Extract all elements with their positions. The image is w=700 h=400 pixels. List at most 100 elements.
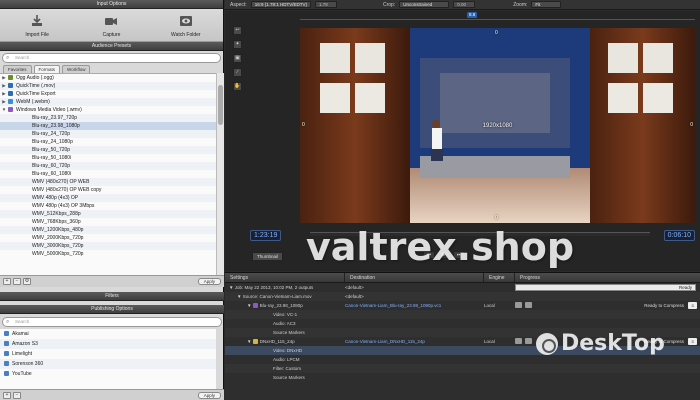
preset-label: WMV_2000Kbps_720p: [32, 235, 84, 241]
preset-label: Blu-ray_24_720p: [32, 131, 71, 137]
aspect-select[interactable]: 16:9 (1.78:1 HDTV/EDTV): [250, 1, 311, 8]
preset-row[interactable]: WMV_3000Kbps_720p: [0, 242, 216, 250]
preset-row[interactable]: Blu-ray_24_1080p: [0, 138, 216, 146]
target-destination[interactable]: Canon-Vietnam-Liam_DNxHD_115_24p: [345, 337, 425, 346]
job-destination: <default>: [345, 285, 364, 290]
job-row[interactable]: ▼ Job: May 22 2013, 10:02 PM, 2 outputs <…: [225, 283, 700, 292]
timecode-in[interactable]: 1:23:19: [250, 230, 282, 241]
zoom-select[interactable]: Fit: [531, 1, 562, 8]
watch-folder-button[interactable]: Watch Folder: [156, 14, 216, 38]
target-destination[interactable]: Canon-Vietnam-Liam_Blu-ray_23.98_1080p.v…: [345, 301, 441, 310]
publishing-row[interactable]: Akamai: [0, 329, 216, 339]
target-setting-row[interactable]: Source Markers: [225, 373, 700, 382]
publishing-search-input[interactable]: ⌕ Search: [2, 317, 222, 327]
presets-search-input[interactable]: ⌕ Search: [2, 53, 221, 63]
disclosure-closed-icon[interactable]: ▶: [0, 82, 8, 90]
presets-scrollbar[interactable]: [216, 73, 224, 275]
remove-publish-button[interactable]: −: [13, 391, 21, 399]
view-mode-select[interactable]: Thumbnail: [252, 252, 284, 261]
import-file-button[interactable]: Import File: [7, 14, 67, 38]
preset-row[interactable]: WMV_1200Kbps_480p: [0, 226, 216, 234]
disclosure-open-icon[interactable]: ▼: [0, 106, 8, 114]
crop-tool-icon[interactable]: ▣: [233, 54, 242, 63]
mini-timeline[interactable]: 8.8: [300, 12, 695, 21]
format-group-row[interactable]: ▶ QuickTime Export: [0, 90, 216, 98]
target-setting-row[interactable]: Audio: LPCM: [225, 355, 700, 364]
disclosure-closed-icon[interactable]: ▶: [0, 98, 8, 106]
capture-button[interactable]: Capture: [81, 14, 141, 38]
source-row[interactable]: ▼ Source: Canon-Vietnam-Liam.mov <default…: [225, 292, 700, 301]
preset-row[interactable]: WMV_768Kbps_360p: [0, 218, 216, 226]
preset-row[interactable]: Blu-ray_23.97_720p: [0, 114, 216, 122]
remove-preset-button[interactable]: −: [13, 278, 21, 285]
preset-row[interactable]: WMV 480p (4x3) OP: [0, 194, 216, 202]
format-group-label: Ogg Audio (.ogg): [16, 75, 54, 81]
preset-row[interactable]: Blu-ray_50_1080i: [0, 154, 216, 162]
preset-row[interactable]: WMV_5000Kbps_720p: [0, 250, 216, 258]
preset-row[interactable]: Blu-ray_60_720p: [0, 162, 216, 170]
crop-value-field[interactable]: 0.00: [453, 1, 476, 8]
target-setting-row[interactable]: Video: VC-1: [225, 310, 700, 319]
add-preset-button[interactable]: +: [3, 278, 11, 285]
crop-select[interactable]: Unconstrained: [399, 1, 450, 8]
playhead-marker[interactable]: 8.8: [467, 12, 478, 18]
preset-row[interactable]: WMV 480p (4x3) OP 3Mbps: [0, 202, 216, 210]
viewer-toolbar: Aspect: 16:9 (1.78:1 HDTV/EDTV) 1.78 Cro…: [225, 0, 700, 10]
aspect-ratio-field[interactable]: 1.78: [314, 1, 337, 8]
publishing-row[interactable]: YouTube: [0, 369, 216, 379]
format-group-row[interactable]: ▼ Windows Media Video (.wmv): [0, 106, 216, 114]
preset-row[interactable]: Blu-ray_60_1080i: [0, 170, 216, 178]
info-button[interactable]: [515, 338, 522, 344]
disclosure-closed-icon[interactable]: ▶: [0, 90, 8, 98]
format-group-row[interactable]: ▶ Ogg Audio (.ogg): [0, 74, 216, 82]
format-group-row[interactable]: ▶ WebM (.webm): [0, 98, 216, 106]
apply-publish-button[interactable]: Apply: [197, 391, 221, 399]
target-setting-row[interactable]: Audio: AC3: [225, 319, 700, 328]
select-tool-icon[interactable]: ✦: [233, 40, 242, 49]
preset-row[interactable]: WMV_2000Kbps_720p: [0, 234, 216, 242]
remove-button[interactable]: [525, 302, 532, 308]
target-setting-row[interactable]: Filter: Custom: [225, 364, 700, 373]
format-group-label: WebM (.webm): [16, 99, 50, 105]
publisher-label: Limelight: [12, 351, 33, 357]
preset-settings-button[interactable]: ⚙: [23, 278, 31, 285]
video-preview[interactable]: 1920x1080 0 0 0 0: [300, 28, 695, 223]
line-tool-icon[interactable]: ∕: [233, 68, 242, 77]
publishing-row[interactable]: Amazon S3: [0, 339, 216, 349]
format-icon: [8, 107, 13, 113]
brand-logo-icon: [536, 332, 558, 355]
publisher-icon: [4, 331, 9, 337]
apply-preset-button[interactable]: Apply: [197, 278, 221, 285]
timecode-out[interactable]: 0:06:10: [663, 230, 695, 241]
scrollbar-thumb[interactable]: [218, 85, 223, 125]
col-engine[interactable]: Engine: [484, 273, 515, 282]
preset-label: WMV_512Kbps_288p: [32, 211, 81, 217]
format-group-row[interactable]: ▶ QuickTime (.mov): [0, 82, 216, 90]
filters-header[interactable]: Filters: [0, 292, 224, 301]
format-icon: [8, 91, 13, 97]
remove-button[interactable]: [525, 338, 532, 344]
preset-label: Blu-ray_23.97_720p: [32, 115, 78, 121]
col-destination[interactable]: Destination: [345, 273, 484, 282]
preset-row[interactable]: WMV (480x270) OP WEB copy: [0, 186, 216, 194]
col-progress[interactable]: Progress: [515, 273, 700, 282]
hand-tool-icon[interactable]: ✋: [233, 82, 242, 91]
publishing-options-header[interactable]: Publishing Options: [0, 305, 224, 314]
preset-row[interactable]: Blu-ray_50_720p: [0, 146, 216, 154]
publishing-row[interactable]: Limelight: [0, 349, 216, 359]
disclosure-closed-icon[interactable]: ▶: [0, 74, 8, 82]
crop-bottom-value: 0: [495, 215, 498, 221]
publisher-label: Sorenson 360: [12, 361, 44, 367]
preset-row[interactable]: Blu-ray_24_720p: [0, 130, 216, 138]
preset-row[interactable]: WMV_512Kbps_288p: [0, 210, 216, 218]
preset-row[interactable]: Blu-ray_23.98_1080p: [0, 122, 216, 130]
target-setting-label: Video: VC-1: [273, 312, 298, 317]
undo-tool-icon[interactable]: ↩: [233, 26, 242, 35]
target-row[interactable]: ▼ Blu-ray_23.98_1080p Canon-Vietnam-Liam_…: [225, 301, 700, 310]
info-button[interactable]: [515, 302, 522, 308]
col-settings[interactable]: Settings: [225, 273, 345, 282]
add-publish-button[interactable]: +: [3, 391, 11, 399]
preset-row[interactable]: WMV (480x270) OP WEB: [0, 178, 216, 186]
publishing-row[interactable]: Sorenson 360: [0, 359, 216, 369]
input-options-bar: Import File Capture Watch Folder: [0, 9, 223, 42]
